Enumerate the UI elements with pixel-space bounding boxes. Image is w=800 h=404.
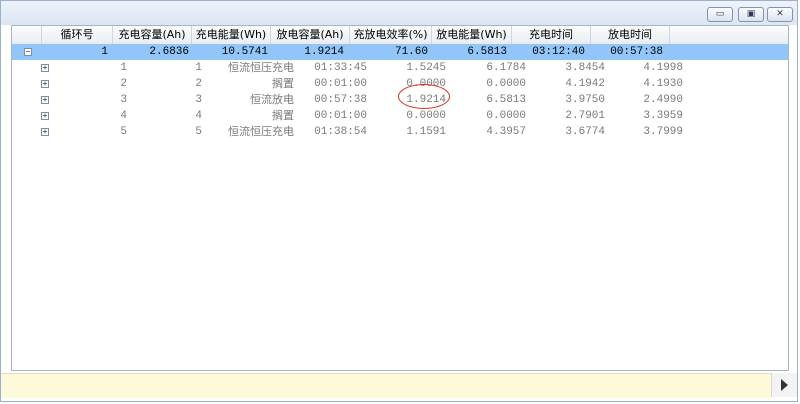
cell-step-value-d: 4.1998	[643, 62, 683, 74]
highlight-circle-annotation	[398, 84, 450, 109]
title-bar: ▭ ▣ ✕	[1, 1, 797, 25]
cell-charge-time: 03:12:40	[532, 46, 585, 58]
minimize-button[interactable]: ▭	[707, 7, 733, 22]
header-cycle-no[interactable]: 循环号	[42, 26, 113, 44]
header-efficiency[interactable]: 充放电效率(%)	[350, 26, 432, 44]
header-discharge-time[interactable]: 放电时间	[591, 26, 670, 44]
header-discharge-capacity[interactable]: 放电容量(Ah)	[271, 26, 350, 44]
app-window: ▭ ▣ ✕ 循环号 充电容量(Ah) 充电能量(Wh) 放电容量(Ah) 充放电…	[0, 0, 798, 402]
status-bar	[1, 373, 771, 398]
play-arrow-icon	[781, 379, 788, 391]
cell-step-value-d: 3.3959	[643, 110, 683, 122]
cell-discharge-capacity: 1.9214	[304, 46, 344, 58]
header-charge-energy[interactable]: 充电能量(Wh)	[192, 26, 271, 44]
table-row-summary[interactable]: − 1 2.6836 10.5741 1.9214 71.60 6.5813 0…	[12, 44, 788, 60]
collapse-icon[interactable]: −	[24, 48, 32, 56]
cell-step-index: 3	[195, 94, 202, 106]
table-row[interactable]: + 1 1 恒流恒压充电 01:33:45 1.5245 6.1784 3.84…	[12, 60, 788, 76]
cell-step-value-d: 3.7999	[643, 126, 683, 138]
header-discharge-energy[interactable]: 放电能量(Wh)	[432, 26, 512, 44]
table-row[interactable]: + 5 5 恒流恒压充电 01:38:54 1.1591 4.3957 3.67…	[12, 124, 788, 140]
cell-discharge-energy: 6.5813	[467, 46, 507, 58]
maximize-button[interactable]: ▣	[738, 7, 764, 22]
cell-charge-capacity: 2.6836	[149, 46, 189, 58]
cell-step-index: 5	[195, 126, 202, 138]
header-charge-capacity[interactable]: 充电容量(Ah)	[113, 26, 192, 44]
cell-discharge-time: 00:57:38	[610, 46, 663, 58]
cell-step-value-d: 4.1930	[643, 78, 683, 90]
cell-charge-energy: 10.5741	[221, 46, 268, 58]
next-arrow-button[interactable]	[771, 373, 797, 397]
table-row[interactable]: + 4 4 搁置 00:01:00 0.0000 0.0000 2.7901 3…	[12, 108, 788, 124]
cell-step-value-d: 2.4990	[643, 94, 683, 106]
cell-step-index: 1	[195, 62, 202, 74]
column-header-row: 循环号 充电容量(Ah) 充电能量(Wh) 放电容量(Ah) 充放电效率(%) …	[12, 26, 788, 45]
header-charge-time[interactable]: 充电时间	[512, 26, 591, 44]
header-expander-column	[12, 26, 42, 44]
table-row[interactable]: + 2 2 搁置 00:01:00 0.0000 0.0000 4.1942 4…	[12, 76, 788, 92]
close-button[interactable]: ✕	[767, 7, 793, 22]
cell-cycle-no: 1	[101, 46, 108, 58]
cell-step-index: 2	[195, 78, 202, 90]
cell-efficiency: 71.60	[394, 46, 428, 58]
data-grid: 循环号 充电容量(Ah) 充电能量(Wh) 放电容量(Ah) 充放电效率(%) …	[11, 25, 789, 371]
cell-step-index: 4	[195, 110, 202, 122]
